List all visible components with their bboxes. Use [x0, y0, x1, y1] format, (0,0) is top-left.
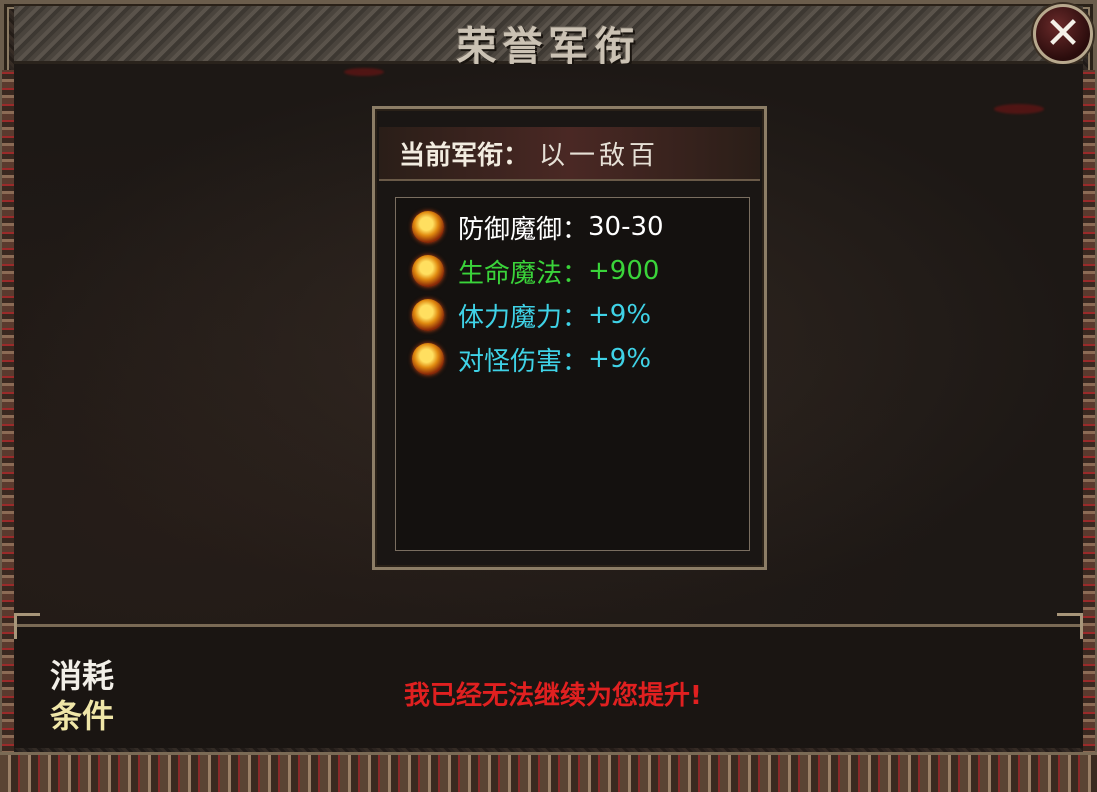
stat-row-defense: 防御魔御： 30-30 [412, 210, 664, 245]
cost-section: 消耗 条件 我已经无法继续为您提升! [14, 613, 1083, 748]
stat-value: +900 [588, 256, 660, 286]
stat-value: +9% [588, 344, 652, 374]
frame-border-right [1083, 70, 1095, 760]
orb-bullet-icon [412, 299, 444, 331]
orb-bullet-icon [412, 343, 444, 375]
stat-label: 体力魔力： [458, 302, 589, 333]
ornament-corner [14, 613, 40, 639]
stat-label: 防御魔御： [458, 214, 589, 245]
stat-row-stamina: 体力魔力： +9% [412, 298, 652, 333]
ornament-corner [1057, 613, 1083, 639]
current-rank-header: 当前军衔： 以一敌百 [379, 127, 760, 181]
orb-bullet-icon [412, 255, 444, 287]
frame-border-left [2, 70, 14, 760]
stat-label: 对怪伤害： [458, 346, 589, 377]
current-rank-value: 以一敌百 [539, 140, 660, 171]
blood-splatter-decoration [994, 104, 1044, 114]
upgrade-status-message: 我已经无法继续为您提升! [404, 681, 702, 711]
rank-stats-list: 防御魔御： 30-30 生命魔法： +900 体力魔力： +9% 对怪伤害： +… [395, 197, 750, 551]
stat-value: +9% [588, 300, 652, 330]
rank-info-panel: 当前军衔： 以一敌百 防御魔御： 30-30 生命魔法： +900 体力魔力： … [372, 106, 767, 570]
frame-border-bottom [0, 752, 1097, 792]
close-icon: ✕ [1044, 8, 1082, 59]
blood-splatter-decoration [344, 68, 384, 76]
close-button[interactable]: ✕ [1033, 4, 1093, 64]
current-rank-label: 当前军衔： [399, 140, 530, 171]
stat-label: 生命魔法： [458, 258, 589, 289]
condition-label: 条件 [50, 697, 115, 735]
orb-bullet-icon [412, 211, 444, 243]
stat-row-hp-mp: 生命魔法： +900 [412, 254, 660, 289]
stat-row-monster-damage: 对怪伤害： +9% [412, 342, 652, 377]
stat-value: 30-30 [588, 212, 664, 242]
